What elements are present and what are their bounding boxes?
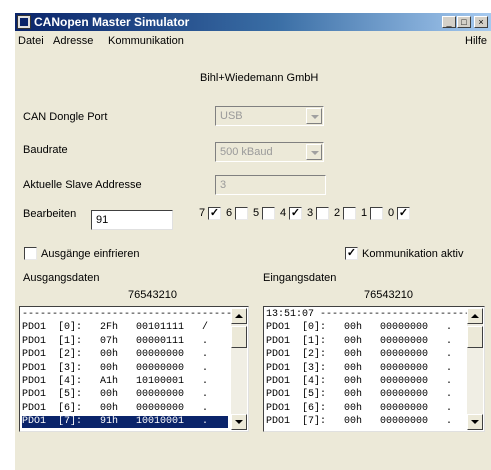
- bit-2-checkbox[interactable]: [343, 207, 356, 220]
- inputs-list[interactable]: PDO1 [7]: 00h 00000000 . PDO1 [6]: 00h 00…: [263, 306, 485, 432]
- menu-datei[interactable]: Datei: [18, 35, 44, 47]
- list-item[interactable]: 13:51:07 ---------------------------: [266, 309, 482, 321]
- baudrate-dropdown-arrow-icon[interactable]: [306, 144, 322, 160]
- list-item[interactable]: PDO1 [3]: 00h 00000000 .: [22, 363, 228, 375]
- app-icon: [17, 15, 31, 29]
- outputs-bit-header: 76543210: [128, 289, 177, 301]
- list-item[interactable]: PDO1 [1]: 07h 00000111 .: [22, 336, 228, 348]
- company-label: Bihl+Wiedemann GmbH: [200, 72, 319, 84]
- dongle-port-select[interactable]: USB: [215, 106, 324, 126]
- bit-7-checkbox[interactable]: ✓: [208, 207, 221, 220]
- menu-adresse[interactable]: Adresse: [53, 35, 93, 47]
- communication-active-checkbox[interactable]: ✓: [345, 247, 358, 260]
- inputs-title: Eingangsdaten: [263, 272, 337, 284]
- outputs-scrollbar[interactable]: [231, 308, 247, 430]
- edit-input[interactable]: 91: [91, 210, 173, 230]
- baudrate-value: 500 kBaud: [220, 146, 273, 158]
- title-bar: CANopen Master Simulator _ □ ×: [15, 13, 491, 31]
- inputs-scroll-thumb[interactable]: [467, 326, 483, 348]
- list-item[interactable]: PDO1 [2]: 00h 00000000 .: [266, 349, 464, 361]
- freeze-outputs-label: Ausgänge einfrieren: [41, 248, 140, 260]
- slave-address-label: Aktuelle Slave Addresse: [23, 179, 142, 191]
- list-item[interactable]: PDO1 [6]: 00h 00000000 .: [266, 403, 464, 415]
- bit-0-label: 0: [388, 207, 395, 219]
- bit-1-label: 1: [361, 207, 368, 219]
- dongle-label: CAN Dongle Port: [23, 111, 108, 123]
- menu-kommunikation[interactable]: Kommunikation: [108, 35, 184, 47]
- list-item[interactable]: PDO1 [0]: 00h 00000000 .: [266, 322, 464, 334]
- bit-3-label: 3: [307, 207, 314, 219]
- outputs-scroll-up-icon[interactable]: [231, 308, 247, 324]
- list-item[interactable]: PDO1 [5]: 00h 00000000 .: [266, 389, 464, 401]
- slave-address-field: 3: [215, 175, 326, 195]
- list-item[interactable]: PDO1 [4]: A1h 10100001 .: [22, 376, 228, 388]
- maximize-button[interactable]: □: [457, 16, 471, 28]
- app-window: CANopen Master Simulator _ □ × Datei Adr…: [15, 13, 491, 470]
- outputs-scroll-down-icon[interactable]: [231, 414, 247, 430]
- communication-active-label: Kommunikation aktiv: [362, 248, 464, 260]
- outputs-list[interactable]: PDO1 [7]: 91h 10010001 . PDO1 [6]: 00h 00…: [19, 306, 249, 432]
- menu-bar: Datei Adresse Kommunikation Hilfe: [15, 32, 491, 50]
- slave-address-value: 3: [220, 179, 227, 191]
- inputs-scroll-down-icon[interactable]: [467, 414, 483, 430]
- list-item[interactable]: PDO1 [4]: 00h 00000000 .: [266, 376, 464, 388]
- bit-3-checkbox[interactable]: [316, 207, 329, 220]
- bit-6-label: 6: [226, 207, 233, 219]
- baudrate-label: Baudrate: [23, 144, 68, 156]
- bit-1-checkbox[interactable]: [370, 207, 383, 220]
- inputs-bit-header: 76543210: [364, 289, 413, 301]
- bit-7-label: 7: [199, 207, 206, 219]
- bit-0-checkbox[interactable]: ✓: [397, 207, 410, 220]
- bit-5-label: 5: [253, 207, 260, 219]
- list-item[interactable]: PDO1 [5]: 00h 00000000 .: [22, 389, 228, 401]
- dongle-dropdown-arrow-icon[interactable]: [306, 108, 322, 124]
- dongle-port-value: USB: [220, 110, 243, 122]
- minimize-button[interactable]: _: [442, 16, 456, 28]
- freeze-outputs-checkbox[interactable]: [24, 247, 37, 260]
- close-button[interactable]: ×: [474, 16, 488, 28]
- bit-6-checkbox[interactable]: [235, 207, 248, 220]
- list-item[interactable]: -------------------------------------: [22, 309, 244, 321]
- outputs-scroll-thumb[interactable]: [231, 326, 247, 348]
- list-item[interactable]: PDO1 [0]: 2Fh 00101111 /: [22, 322, 228, 334]
- list-item[interactable]: PDO1 [2]: 00h 00000000 .: [22, 349, 228, 361]
- edit-value: 91: [96, 214, 109, 226]
- list-item[interactable]: PDO1 [1]: 00h 00000000 .: [266, 336, 464, 348]
- bit-4-label: 4: [280, 207, 287, 219]
- outputs-title: Ausgangsdaten: [23, 272, 100, 284]
- list-item[interactable]: PDO1 [6]: 00h 00000000 .: [22, 403, 228, 415]
- list-item[interactable]: PDO1 [7]: 00h 00000000 .: [266, 416, 464, 428]
- window-title: CANopen Master Simulator: [34, 15, 190, 29]
- baudrate-select[interactable]: 500 kBaud: [215, 142, 324, 162]
- inputs-scroll-up-icon[interactable]: [467, 308, 483, 324]
- list-item[interactable]: PDO1 [7]: 91h 10010001 .: [22, 416, 228, 429]
- menu-hilfe[interactable]: Hilfe: [465, 35, 487, 47]
- inputs-scrollbar[interactable]: [467, 308, 483, 430]
- bit-2-label: 2: [334, 207, 341, 219]
- list-item[interactable]: PDO1 [3]: 00h 00000000 .: [266, 363, 464, 375]
- edit-label: Bearbeiten: [23, 208, 77, 220]
- bit-4-checkbox[interactable]: ✓: [289, 207, 302, 220]
- bit-5-checkbox[interactable]: [262, 207, 275, 220]
